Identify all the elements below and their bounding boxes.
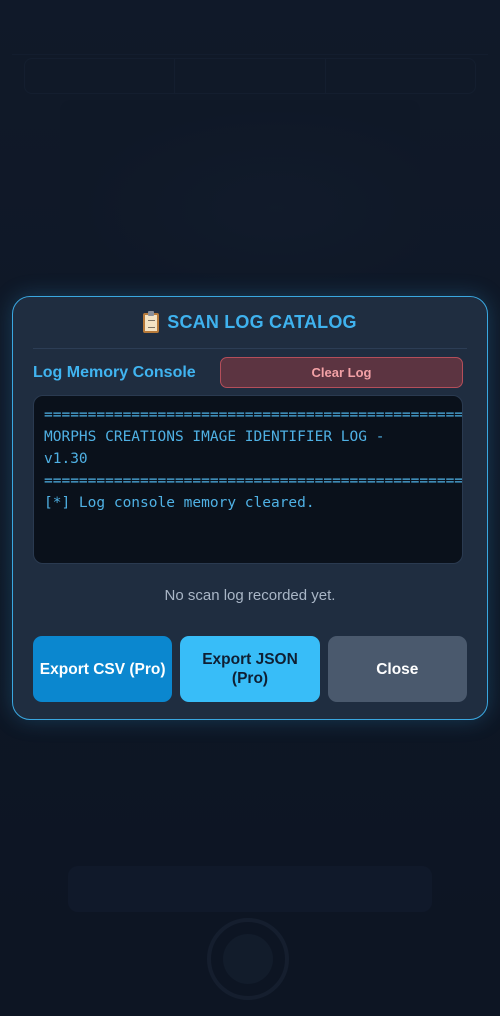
empty-log-note: No scan log recorded yet. [164, 587, 336, 604]
console-label: Log Memory Console [33, 364, 196, 381]
modal-actions: Export CSV (Pro) Export JSON (Pro) Close [33, 636, 467, 702]
scan-log-modal: SCAN LOG CATALOG Log Memory Console Clea… [12, 296, 488, 720]
app-screen: SCAN LOG CATALOG Log Memory Console Clea… [0, 0, 500, 1016]
console-line: ========================================… [44, 407, 463, 423]
export-json-button[interactable]: Export JSON (Pro) [180, 636, 320, 702]
modal-title: SCAN LOG CATALOG [167, 312, 357, 332]
clipboard-icon [143, 310, 160, 333]
export-csv-button[interactable]: Export CSV (Pro) [33, 636, 173, 702]
log-console[interactable]: ========================================… [33, 395, 463, 564]
console-line: MORPHS CREATIONS IMAGE IDENTIFIER LOG - … [44, 429, 385, 467]
console-header-row: Log Memory Console Clear Log [33, 357, 463, 389]
modal-header: SCAN LOG CATALOG [33, 297, 467, 349]
clear-log-button[interactable]: Clear Log [220, 357, 463, 388]
console-line: ========================================… [44, 473, 463, 489]
close-button[interactable]: Close [327, 636, 467, 702]
console-line: [*] Log console memory cleared. [44, 495, 315, 511]
